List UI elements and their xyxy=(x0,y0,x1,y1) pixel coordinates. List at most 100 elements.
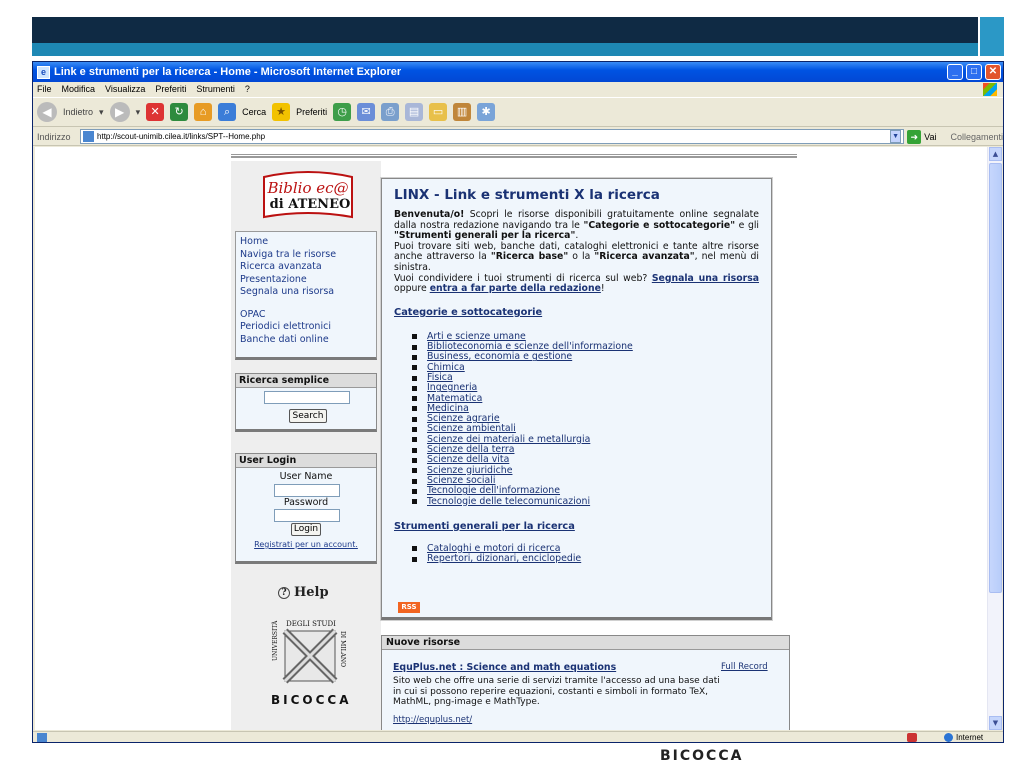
intro-welcome: Benvenuta/o! xyxy=(394,209,465,220)
title-bar: e Link e strumenti per la ricerca - Home… xyxy=(33,62,1003,82)
search-input[interactable] xyxy=(264,391,350,404)
category-item[interactable]: Ingegneria xyxy=(412,382,759,393)
close-button[interactable]: ✕ xyxy=(985,64,1001,80)
globe-icon xyxy=(944,733,953,742)
minimize-button[interactable]: _ xyxy=(947,64,963,80)
favorites-label[interactable]: Preferiti xyxy=(296,107,327,117)
news-title: Nuove risorse xyxy=(382,636,789,650)
favorites-star-icon[interactable]: ★ xyxy=(272,103,291,121)
refresh-icon[interactable]: ↻ xyxy=(170,103,189,121)
address-input[interactable]: http://scout-unimib.cilea.it/links/SPT--… xyxy=(80,129,904,144)
bibliotec-logo[interactable]: Biblio ec@ di ATENEO xyxy=(258,169,358,222)
sidebar-item-naviga[interactable]: Naviga tra le risorse xyxy=(240,249,372,262)
help-icon: ? xyxy=(278,586,290,599)
back-icon[interactable]: ◀ xyxy=(37,102,57,122)
search-label[interactable]: Cerca xyxy=(242,107,266,117)
sidebar-item-periodici[interactable]: Periodici elettronici xyxy=(240,321,372,334)
page-status-icon xyxy=(37,733,47,742)
news-box: Nuove risorse EquPlus.net : Science and … xyxy=(381,635,790,730)
print-icon[interactable]: ⎙ xyxy=(381,103,400,121)
home-icon[interactable]: ⌂ xyxy=(194,103,213,121)
status-bar: Internet xyxy=(33,731,1003,743)
intro-categories-bold: "Categorie e sottocategorie" xyxy=(583,219,736,231)
go-button[interactable]: Vai xyxy=(924,132,936,142)
logo-text-bottom: di ATENEO xyxy=(270,197,351,212)
menu-modifica[interactable]: Modifica xyxy=(62,84,96,94)
help-link[interactable]: ? Help xyxy=(278,585,329,600)
address-url[interactable]: http://scout-unimib.cilea.it/links/SPT--… xyxy=(97,132,265,141)
help-label[interactable]: Help xyxy=(294,585,329,600)
register-link[interactable]: Registrati per un account. xyxy=(236,540,376,549)
security-zone: Internet xyxy=(907,733,983,742)
login-title: User Login xyxy=(236,454,376,468)
university-name: BICOCCA xyxy=(271,693,352,707)
links-label[interactable]: Collegamenti xyxy=(950,132,1003,142)
redazione-link[interactable]: entra a far parte della redazione xyxy=(430,283,601,294)
back-label[interactable]: Indietro xyxy=(63,107,93,117)
page-top-rule xyxy=(231,154,797,158)
login-button[interactable]: Login xyxy=(291,523,321,536)
tools-heading[interactable]: Strumenti generali per la ricerca xyxy=(394,521,759,532)
back-dropdown-icon[interactable]: ▾ xyxy=(99,107,104,118)
toolbar: ◀ Indietro ▾ ▶ ▾ ✕ ↻ ⌂ ⌕ Cerca ★ Preferi… xyxy=(33,97,1003,127)
research-icon[interactable]: ▥ xyxy=(453,103,472,121)
search-button[interactable]: Search xyxy=(289,409,327,423)
full-record-link[interactable]: Full Record xyxy=(721,662,768,672)
windows-logo-icon xyxy=(983,83,997,96)
search-icon[interactable]: ⌕ xyxy=(218,103,237,121)
sidebar-item-ricerca-avanzata[interactable]: Ricerca avanzata xyxy=(240,261,372,274)
categories-heading[interactable]: Categorie e sottocategorie xyxy=(394,307,759,318)
messenger-icon[interactable]: ✱ xyxy=(477,103,496,121)
password-input[interactable] xyxy=(274,509,340,522)
stop-icon[interactable]: ✕ xyxy=(146,103,165,121)
mail-icon[interactable]: ✉ xyxy=(357,103,376,121)
tools-list: Cataloghi e motori di ricerca Repertori,… xyxy=(412,543,759,565)
menu-file[interactable]: File xyxy=(37,84,52,94)
maximize-button[interactable]: □ xyxy=(966,64,982,80)
forward-dropdown-icon[interactable]: ▾ xyxy=(136,107,141,118)
intro-advanced-bold: "Ricerca avanzata" xyxy=(594,251,695,263)
address-dropdown-icon[interactable]: ▼ xyxy=(889,130,902,143)
ie-icon: e xyxy=(37,65,50,79)
popup-blocked-icon xyxy=(907,733,917,742)
category-item[interactable]: Tecnologie delle telecomunicazioni xyxy=(412,496,759,507)
intro-p8: oppure xyxy=(394,283,430,295)
menu-bar: File Modifica Visualizza Preferiti Strum… xyxy=(33,82,1003,96)
sidebar-item-segnala[interactable]: Segnala una risorsa xyxy=(240,286,372,299)
history-icon[interactable]: ◷ xyxy=(333,103,352,121)
sidebar-item-presentazione[interactable]: Presentazione xyxy=(240,274,372,287)
news-item-title[interactable]: EquPlus.net : Science and math equations xyxy=(393,662,616,673)
intro-p9: ! xyxy=(600,283,605,295)
sidebar-item-opac[interactable]: OPAC xyxy=(240,309,372,322)
simple-search-box: Ricerca semplice Search xyxy=(235,373,377,432)
intro-p2: e gli xyxy=(735,219,760,231)
svg-text:DEGLI STUDI: DEGLI STUDI xyxy=(286,620,336,628)
segnala-link[interactable]: Segnala una risorsa xyxy=(652,273,759,284)
vertical-scrollbar[interactable]: ▲ ▼ xyxy=(987,147,1002,730)
edit-icon[interactable]: ▤ xyxy=(405,103,424,121)
go-arrow-icon[interactable]: ➜ xyxy=(907,129,922,144)
username-input[interactable] xyxy=(274,484,340,497)
scroll-down-icon[interactable]: ▼ xyxy=(989,716,1002,730)
menu-visualizza[interactable]: Visualizza xyxy=(105,84,145,94)
category-item[interactable]: Tecnologie dell'informazione xyxy=(412,485,759,496)
menu-preferiti[interactable]: Preferiti xyxy=(155,84,186,94)
tool-item[interactable]: Repertori, dizionari, enciclopedie xyxy=(412,553,759,564)
page-icon xyxy=(83,131,95,142)
folder-icon[interactable]: ▭ xyxy=(429,103,448,121)
sidebar-item-banche-dati[interactable]: Banche dati online xyxy=(240,334,372,347)
sidebar-item-home[interactable]: Home xyxy=(240,236,372,249)
scroll-up-icon[interactable]: ▲ xyxy=(989,147,1002,161)
slide-header-band xyxy=(32,17,978,43)
menu-help[interactable]: ? xyxy=(245,84,250,94)
slide-header-accent xyxy=(32,43,978,56)
rss-button[interactable]: RSS xyxy=(398,602,420,613)
category-item[interactable]: Chimica xyxy=(412,362,759,373)
menu-strumenti[interactable]: Strumenti xyxy=(196,84,235,94)
news-item-url[interactable]: http://equplus.net/ xyxy=(393,715,472,725)
forward-icon[interactable]: ▶ xyxy=(109,102,130,122)
scroll-thumb[interactable] xyxy=(989,163,1002,593)
news-item-description: Sito web che offre una serie di servizi … xyxy=(393,676,720,707)
logo-text-top: Biblio ec@ xyxy=(266,179,348,197)
